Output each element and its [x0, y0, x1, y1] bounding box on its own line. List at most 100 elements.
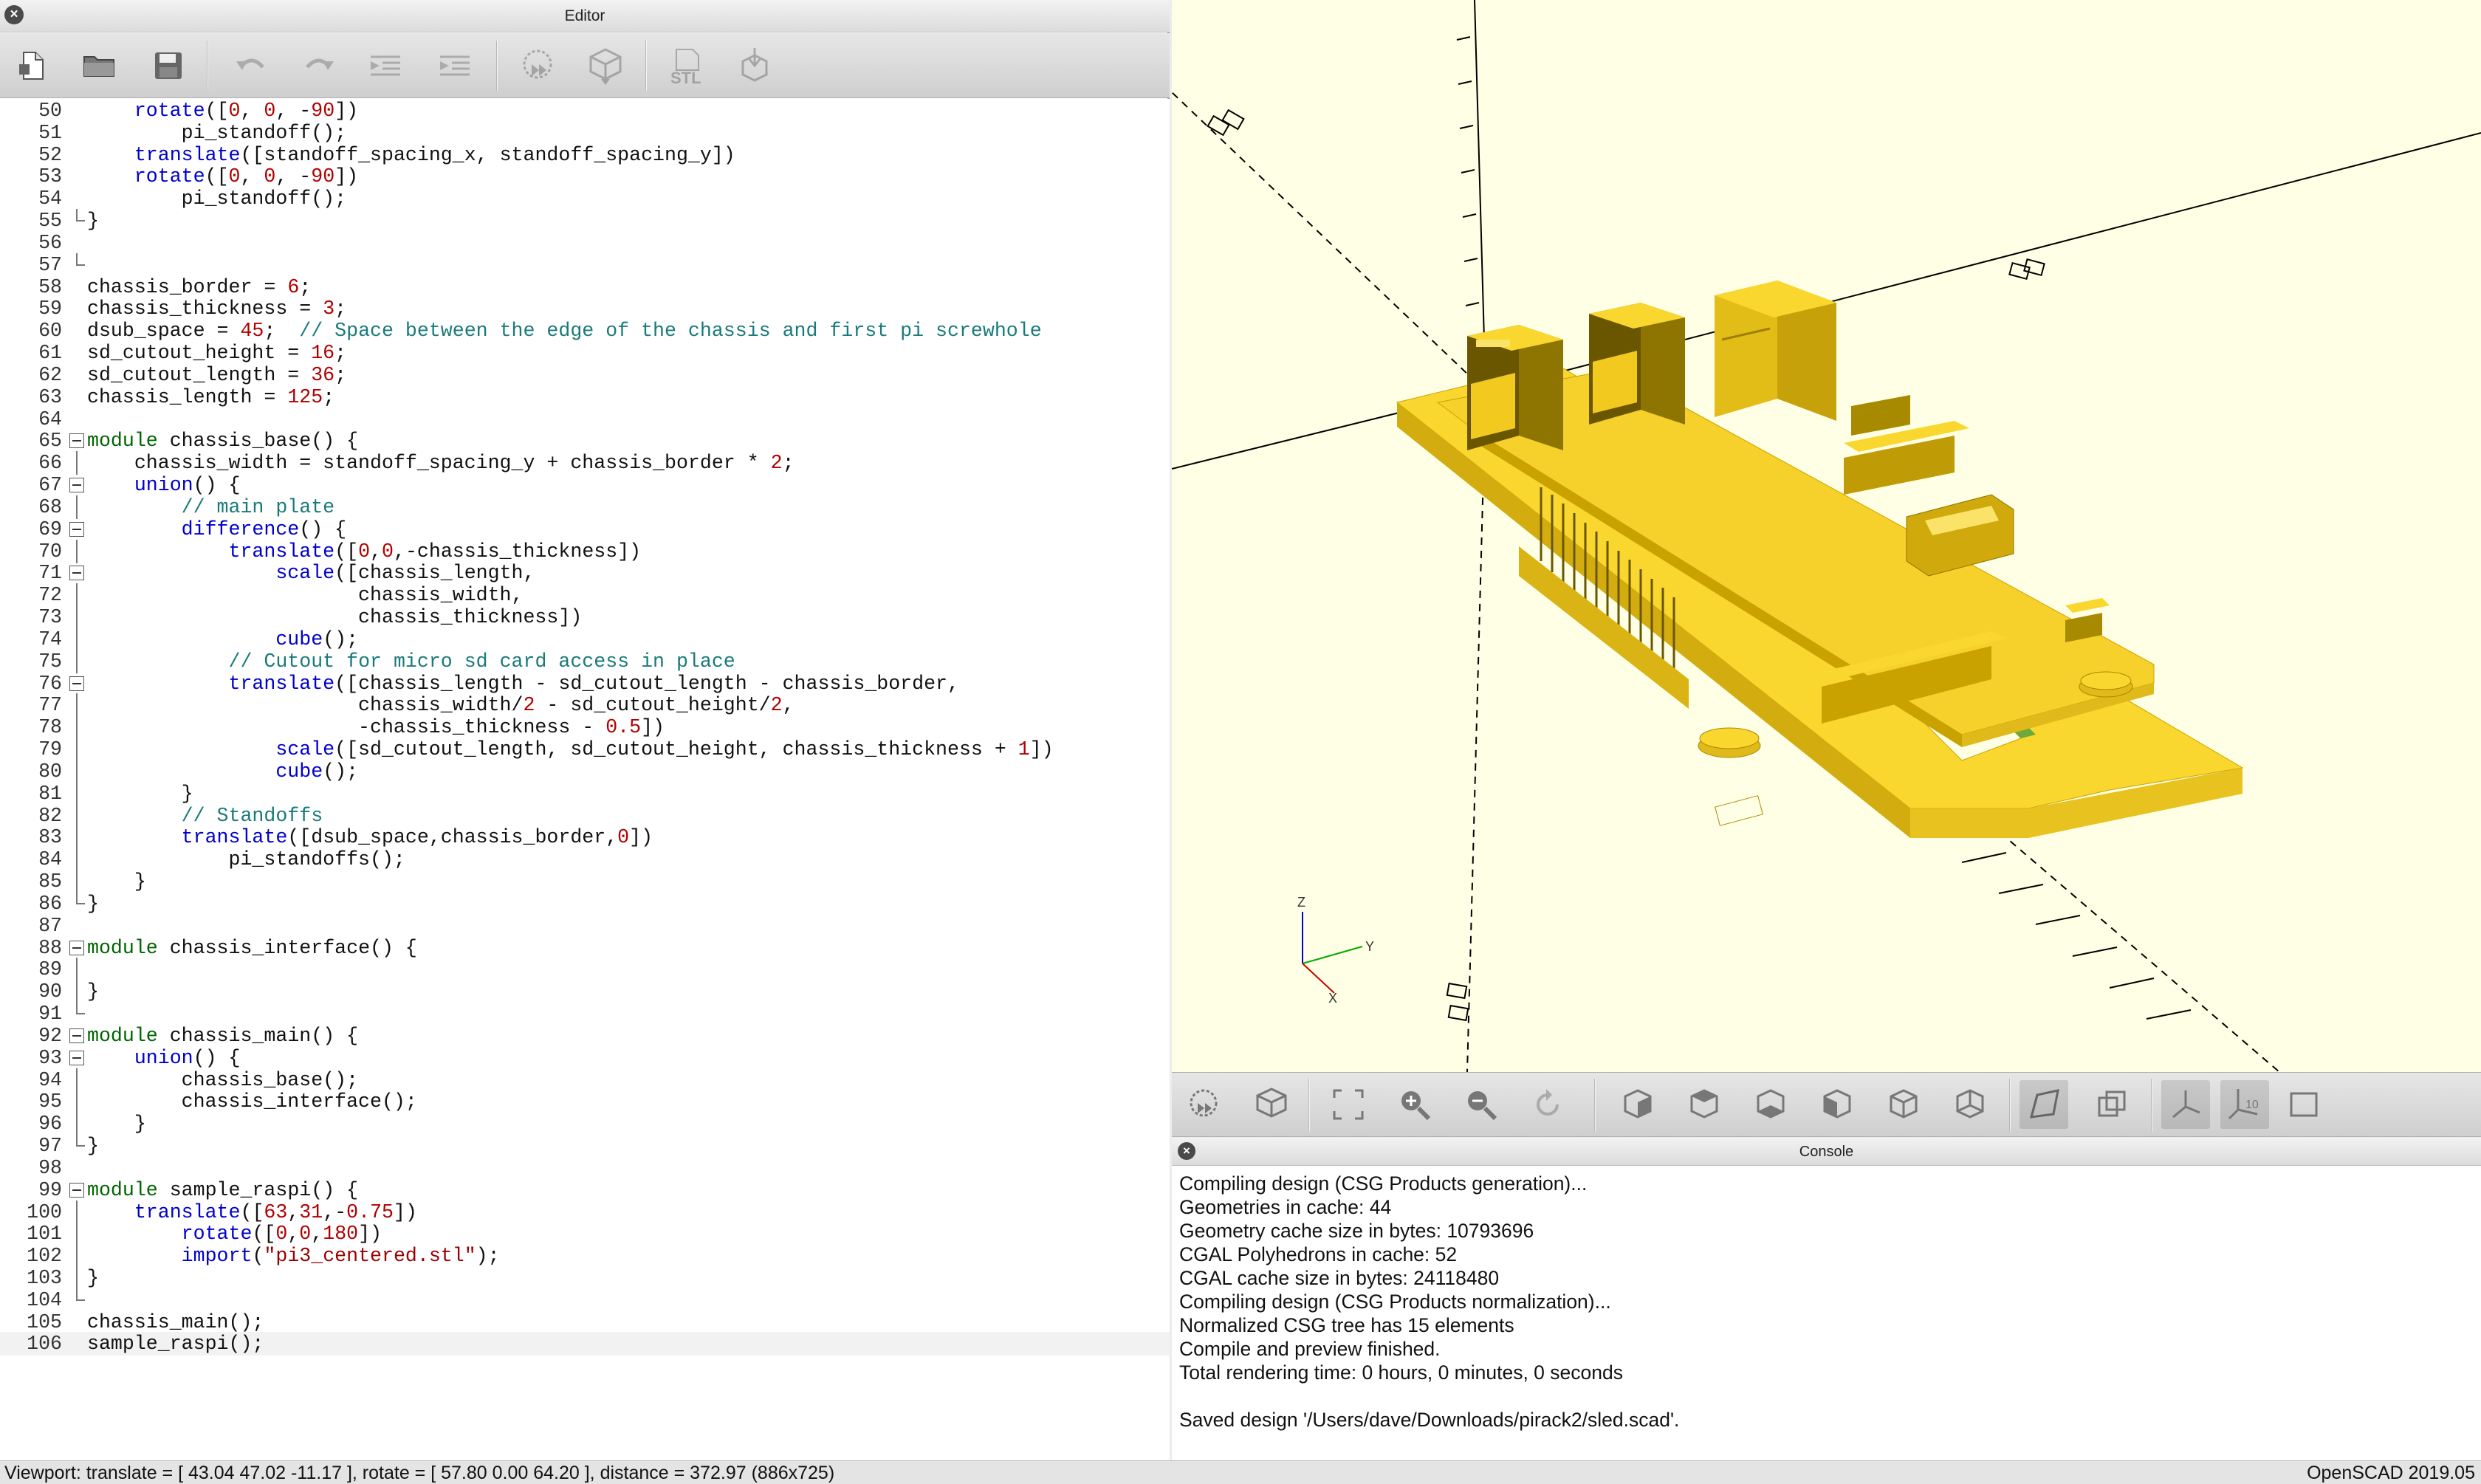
code-line[interactable]: 76 translate([chassis_length - sd_cutout… [0, 672, 1170, 695]
code-line[interactable]: 86} [0, 891, 1170, 916]
3d-viewport[interactable]: Z Y X [1172, 0, 2481, 1072]
view-all-icon[interactable] [1324, 1080, 1373, 1129]
code-line[interactable]: 99 module sample_raspi() { [0, 1178, 1170, 1202]
open-file-icon[interactable] [75, 42, 123, 89]
code-line[interactable]: 92 module chassis_main() { [0, 1024, 1170, 1048]
code-line[interactable]: 67 union() { [0, 473, 1170, 497]
code-line[interactable]: 73 chassis_thickness]) [0, 605, 1170, 630]
code-line[interactable]: 82 // Standoffs [0, 803, 1170, 828]
code-line[interactable]: 79 scale([sd_cutout_length, sd_cutout_he… [0, 738, 1170, 762]
code-line[interactable]: 90} [0, 980, 1170, 1004]
code-line[interactable]: 75 // Cutout for micro sd card access in… [0, 649, 1170, 673]
axis-label-z: Z [1297, 895, 1305, 910]
fold-toggle-icon[interactable] [69, 676, 84, 691]
axis-label-y: Y [1365, 939, 1374, 954]
render-icon[interactable] [1247, 1080, 1296, 1129]
fold-toggle-icon[interactable] [69, 1028, 84, 1043]
code-line[interactable]: 83 translate([dsub_space,chassis_border,… [0, 825, 1170, 850]
code-line[interactable]: 57 [0, 253, 1170, 277]
render-icon[interactable] [582, 42, 629, 89]
code-line[interactable]: 53 rotate([0, 0, -90]) [0, 165, 1170, 188]
fold-toggle-icon[interactable] [69, 566, 84, 581]
code-line[interactable]: 98 [0, 1156, 1170, 1180]
show-axes-icon[interactable] [2161, 1080, 2210, 1129]
code-line[interactable]: 102 import("pi3_centered.stl"); [0, 1244, 1170, 1268]
code-line[interactable]: 72 chassis_width, [0, 583, 1170, 608]
fold-toggle-icon[interactable] [69, 521, 84, 537]
reset-view-icon[interactable] [1523, 1080, 1572, 1129]
code-line[interactable]: 94 chassis_base(); [0, 1068, 1170, 1092]
export-stl-icon[interactable]: STL [665, 42, 712, 89]
view-left-icon[interactable] [1813, 1080, 1861, 1129]
orthogonal-icon[interactable] [2087, 1080, 2136, 1129]
code-line[interactable]: 58 chassis_border = 6; [0, 275, 1170, 299]
code-editor[interactable]: 50 rotate([0, 0, -90]) 51 pi_standoff(); 5… [0, 99, 1170, 1460]
code-line[interactable]: 95 chassis_interface(); [0, 1090, 1170, 1114]
code-line[interactable]: 93 union() { [0, 1046, 1170, 1070]
send-to-print-icon[interactable] [731, 42, 778, 89]
view-back-icon[interactable] [1946, 1080, 1994, 1129]
code-line[interactable]: 105 chassis_main(); [0, 1310, 1170, 1334]
fold-toggle-icon[interactable] [69, 1050, 84, 1065]
new-file-icon[interactable] [9, 42, 56, 89]
code-line[interactable]: 61 sd_cutout_height = 16; [0, 341, 1170, 365]
code-line[interactable]: 70 translate([0,0,-chassis_thickness]) [0, 539, 1170, 563]
code-line[interactable]: 62 sd_cutout_length = 36; [0, 363, 1170, 387]
code-line[interactable]: 84 pi_standoffs(); [0, 848, 1170, 872]
code-line[interactable]: 88 module chassis_interface() { [0, 936, 1170, 960]
code-line[interactable]: 52 translate([standoff_spacing_x, stando… [0, 143, 1170, 167]
preview-icon[interactable] [514, 42, 561, 89]
show-edges-icon[interactable] [2279, 1080, 2328, 1129]
code-line[interactable]: 91 [0, 1002, 1170, 1026]
console-output[interactable]: Compiling design (CSG Products generatio… [1179, 1172, 2481, 1460]
code-line[interactable]: 106 sample_raspi(); [0, 1332, 1170, 1356]
code-line[interactable]: 78 -chassis_thickness - 0.5]) [0, 715, 1170, 740]
code-line[interactable]: 69 difference() { [0, 518, 1170, 541]
fold-toggle-icon[interactable] [69, 940, 84, 955]
code-line[interactable]: 51 pi_standoff(); [0, 121, 1170, 145]
save-icon[interactable] [145, 42, 192, 89]
unindent-icon[interactable] [362, 42, 409, 89]
code-line[interactable]: 60 dsub_space = 45; // Space between the … [0, 319, 1170, 343]
code-line[interactable]: 101 rotate([0,0,180]) [0, 1222, 1170, 1246]
code-line[interactable]: 87 [0, 914, 1170, 938]
redo-icon[interactable] [295, 42, 343, 89]
code-line[interactable]: 68 // main plate [0, 495, 1170, 519]
view-front-icon[interactable] [1879, 1080, 1928, 1129]
code-line[interactable]: 55} [0, 209, 1170, 233]
line-number: 91 [38, 1003, 62, 1026]
code-line[interactable]: 85 } [0, 870, 1170, 894]
code-line[interactable]: 74 cube(); [0, 627, 1170, 651]
view-top-icon[interactable] [1680, 1080, 1729, 1129]
view-right-icon[interactable] [1613, 1080, 1662, 1129]
fold-toggle-icon[interactable] [69, 433, 84, 449]
code-line[interactable]: 56 [0, 231, 1170, 255]
indent-icon[interactable] [431, 42, 478, 89]
code-line[interactable]: 100 translate([63,31,-0.75]) [0, 1200, 1170, 1224]
fold-toggle-icon[interactable] [69, 1182, 84, 1198]
code-line[interactable]: 81 } [0, 781, 1170, 805]
undo-icon[interactable] [227, 42, 275, 89]
code-line[interactable]: 103} [0, 1265, 1170, 1290]
code-line[interactable]: 104 [0, 1288, 1170, 1312]
zoom-out-icon[interactable] [1457, 1080, 1506, 1129]
code-line[interactable]: 71 scale([chassis_length, [0, 561, 1170, 585]
show-scale-icon[interactable]: 10 [2220, 1080, 2269, 1129]
code-line[interactable]: 50 rotate([0, 0, -90]) [0, 99, 1170, 123]
preview-icon[interactable] [1179, 1080, 1228, 1129]
code-line[interactable]: 59 chassis_thickness = 3; [0, 297, 1170, 320]
fold-toggle-icon[interactable] [69, 478, 84, 493]
view-bottom-icon[interactable] [1746, 1080, 1795, 1129]
code-line[interactable]: 64 [0, 408, 1170, 431]
code-line[interactable]: 65 module chassis_base() { [0, 429, 1170, 453]
zoom-in-icon[interactable] [1390, 1080, 1439, 1129]
code-line[interactable]: 97} [0, 1134, 1170, 1158]
code-line[interactable]: 96 } [0, 1112, 1170, 1136]
code-line[interactable]: 80 cube(); [0, 759, 1170, 783]
perspective-icon[interactable] [2020, 1080, 2068, 1129]
code-line[interactable]: 66 chassis_width = standoff_spacing_y + … [0, 451, 1170, 475]
code-line[interactable]: 54 pi_standoff(); [0, 187, 1170, 210]
code-line[interactable]: 77 chassis_width/2 - sd_cutout_height/2, [0, 693, 1170, 718]
code-line[interactable]: 89 [0, 958, 1170, 982]
code-line[interactable]: 63 chassis_length = 125; [0, 385, 1170, 409]
